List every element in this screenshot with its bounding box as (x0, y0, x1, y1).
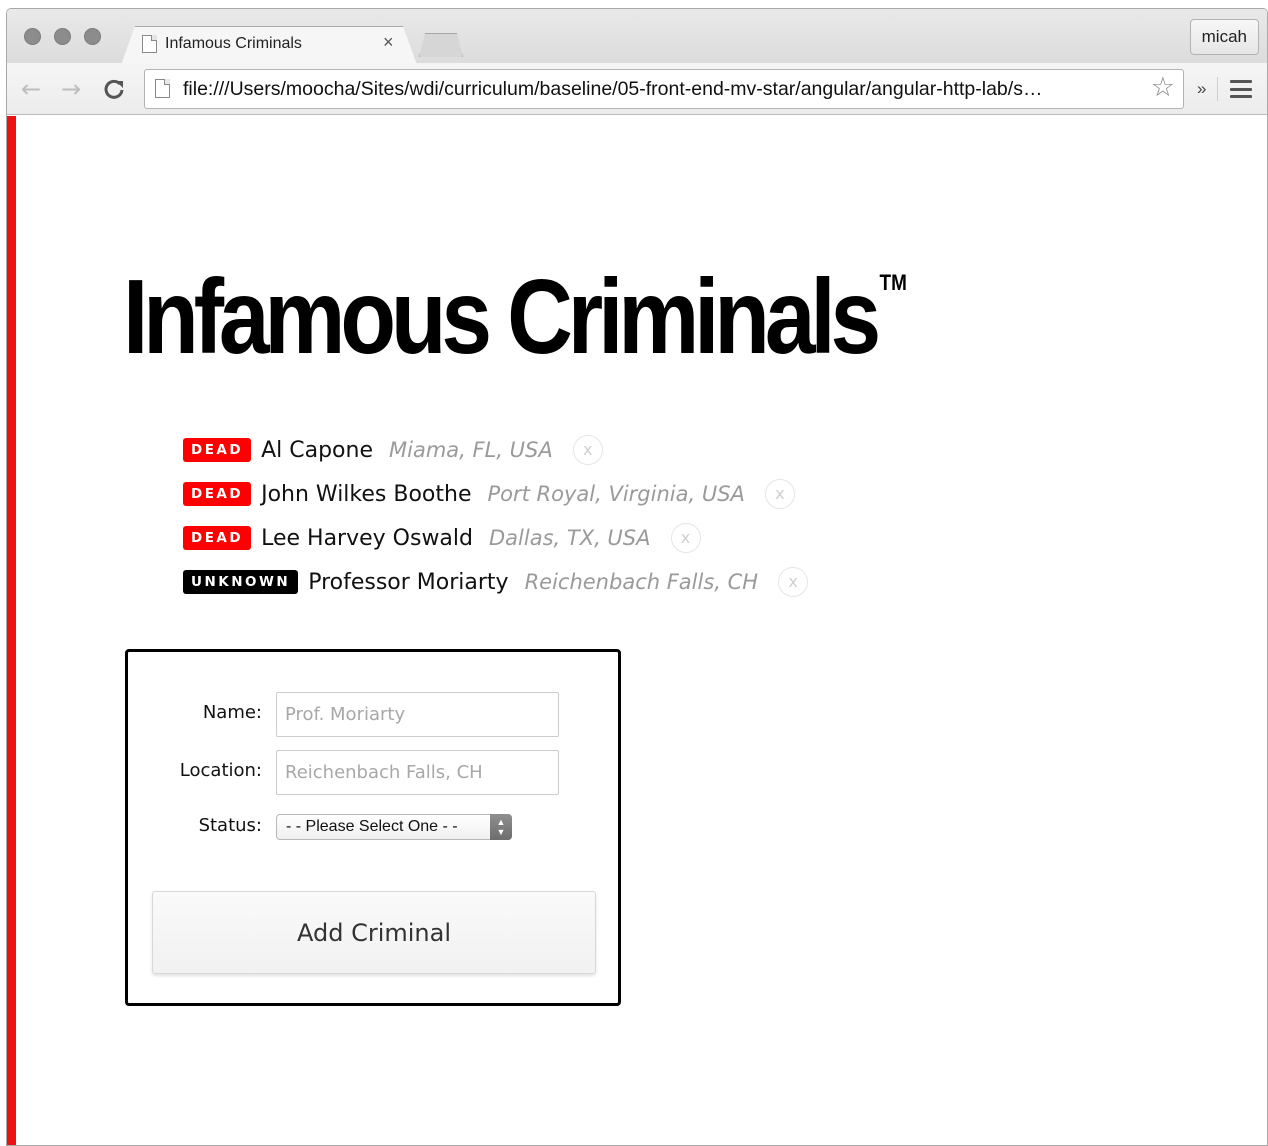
page-title: Infamous Criminals TM (123, 264, 907, 370)
profile-button[interactable]: micah (1189, 19, 1259, 55)
add-criminal-button[interactable]: Add Criminal (152, 891, 596, 974)
criminal-location: Port Royal, Virginia, USA (487, 482, 745, 506)
status-label: Status: (198, 815, 262, 836)
toolbar-divider (1217, 77, 1218, 101)
tab-close-icon[interactable]: × (383, 32, 394, 53)
list-item: UNKNOWN Professor Moriarty Reichenbach F… (183, 560, 809, 604)
delete-button[interactable]: x (670, 523, 701, 553)
page-viewport: Infamous Criminals TM DEAD Al Capone Miam… (7, 116, 1267, 1145)
tab-strip: Infamous Criminals × micah (7, 9, 1267, 63)
delete-button[interactable]: x (572, 435, 603, 465)
criminal-list: DEAD Al Capone Miama, FL, USA x DEAD Joh… (183, 428, 809, 604)
delete-button[interactable]: x (764, 479, 795, 509)
status-badge: DEAD (183, 526, 252, 550)
tab-title: Infamous Criminals (165, 35, 302, 52)
name-input[interactable] (276, 692, 559, 737)
browser-window: Infamous Criminals × micah ← → file:///U… (6, 8, 1268, 1146)
location-label: Location: (179, 760, 262, 781)
minimize-window-button[interactable] (54, 28, 71, 45)
criminal-name: Lee Harvey Oswald (261, 525, 473, 551)
reload-icon[interactable] (103, 74, 125, 107)
list-item: DEAD Lee Harvey Oswald Dallas, TX, USA x (183, 516, 808, 560)
browser-toolbar: ← → file:///Users/moocha/Sites/wdi/curri… (7, 63, 1267, 115)
close-window-button[interactable] (24, 28, 41, 45)
page-icon (142, 35, 157, 53)
status-select-value: - - Please Select One - - (286, 818, 458, 835)
back-arrow-icon[interactable]: ← (21, 74, 41, 104)
location-input[interactable] (276, 750, 559, 795)
criminal-name: Professor Moriarty (308, 569, 509, 595)
criminal-name: John Wilkes Boothe (261, 481, 472, 507)
name-label: Name: (202, 702, 262, 723)
criminal-location: Miama, FL, USA (389, 438, 553, 462)
extensions-overflow-icon[interactable]: » (1197, 79, 1206, 99)
status-badge: UNKNOWN (183, 570, 299, 594)
bookmark-star-icon[interactable]: ☆ (1151, 73, 1175, 103)
page-icon (155, 79, 170, 98)
criminal-location: Reichenbach Falls, CH (524, 570, 759, 594)
criminal-name: Al Capone (261, 437, 373, 463)
forward-arrow-icon[interactable]: → (61, 74, 81, 104)
trademark-mark: TM (879, 270, 907, 295)
accent-bar (7, 116, 16, 1145)
new-tab-button[interactable] (419, 33, 463, 57)
address-bar[interactable]: file:///Users/moocha/Sites/wdi/curriculu… (144, 69, 1184, 109)
criminal-location: Dallas, TX, USA (489, 526, 651, 550)
status-badge: DEAD (183, 438, 252, 462)
page-title-text: Infamous Criminals (123, 258, 881, 376)
add-criminal-form: Name: Location: Status: - - Please Selec… (125, 649, 621, 1006)
status-select[interactable]: - - Please Select One - - ▲ ▼ (276, 814, 512, 840)
list-item: DEAD John Wilkes Boothe Port Royal, Virg… (183, 472, 808, 516)
url-text[interactable]: file:///Users/moocha/Sites/wdi/curriculu… (183, 78, 1143, 101)
select-arrows-icon: ▲ ▼ (490, 814, 512, 840)
status-badge: DEAD (183, 482, 252, 506)
maximize-window-button[interactable] (84, 28, 101, 45)
hamburger-menu-icon[interactable] (1230, 80, 1252, 98)
delete-button[interactable]: x (778, 567, 809, 597)
list-item: DEAD Al Capone Miama, FL, USA x (183, 428, 808, 472)
